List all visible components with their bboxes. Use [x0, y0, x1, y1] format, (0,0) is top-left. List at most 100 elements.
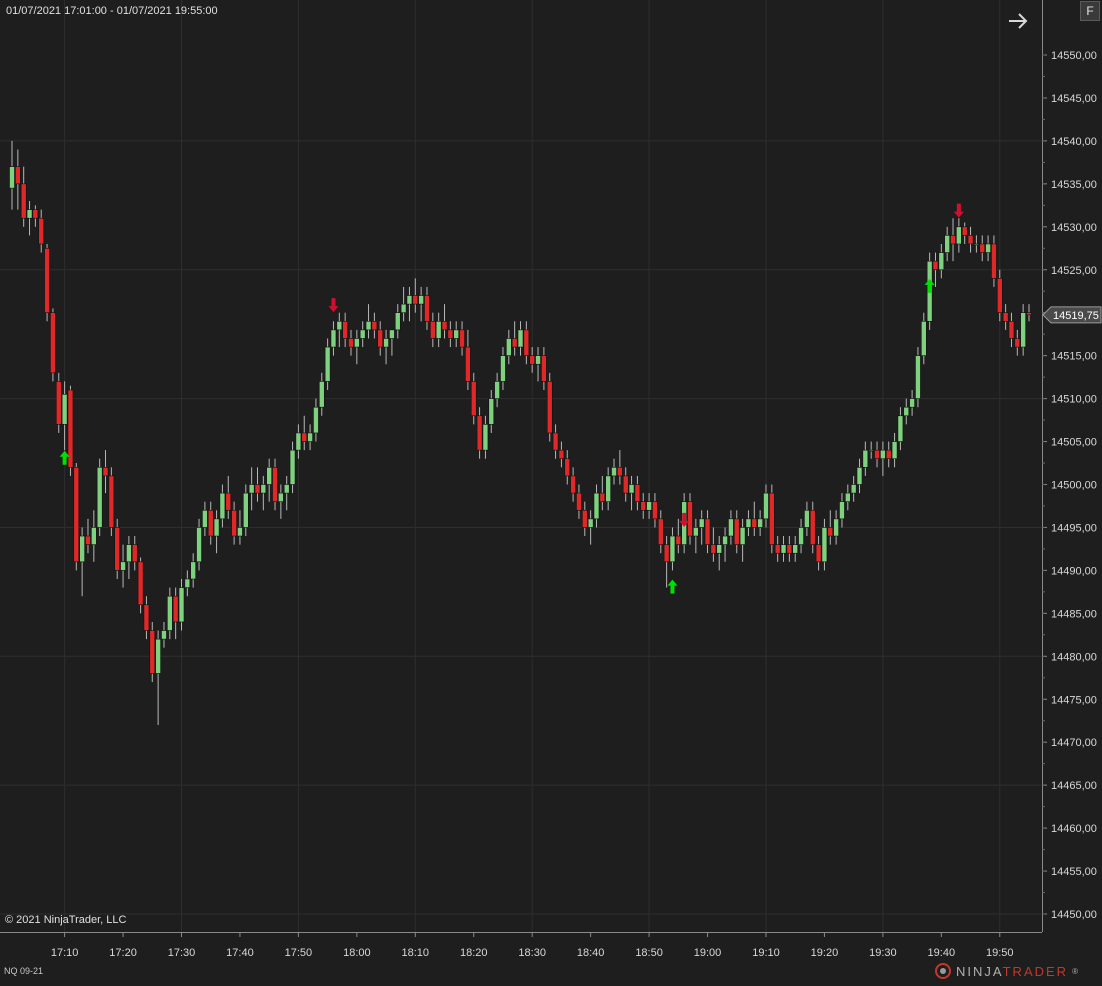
candle-down — [967, 235, 974, 245]
candle-down — [470, 381, 477, 417]
date-range-label: 01/07/2021 17:01:00 - 01/07/2021 19:55:0… — [6, 5, 218, 17]
y-tick-label: 14485,00 — [1051, 608, 1097, 620]
candle-up — [973, 243, 980, 246]
candle-up — [219, 492, 226, 520]
candle-up — [494, 381, 500, 399]
candle-down — [459, 329, 465, 348]
candle-down — [149, 630, 156, 674]
candle-up — [500, 355, 506, 382]
candle-up — [161, 630, 167, 640]
x-tick-label: 17:20 — [109, 947, 137, 959]
x-tick-label: 18:00 — [343, 947, 371, 959]
candle-up — [318, 381, 325, 408]
candle-down — [102, 467, 109, 477]
price-chart[interactable]: 14550,00 14545,00 14540,00 14535,00 14530,00… — [0, 0, 1102, 981]
candle-up — [488, 398, 495, 425]
candle-down — [774, 544, 781, 554]
chart-panel[interactable]: 14550,00 14545,00 14540,00 14535,00 14530,00… — [0, 0, 1102, 981]
logo-text-left: NINJA — [956, 963, 1003, 979]
x-tick-label: 18:50 — [635, 947, 663, 959]
candle-down — [44, 247, 50, 313]
candle-up — [728, 518, 734, 537]
candle-down — [581, 509, 588, 528]
grid-lines — [0, 0, 1042, 932]
y-tick-label: 14525,00 — [1051, 265, 1097, 277]
candle-up — [850, 484, 857, 494]
candle-up — [856, 467, 863, 485]
candle-up — [120, 561, 126, 571]
candle-up — [453, 329, 460, 339]
candle-up — [897, 415, 904, 442]
candle-down — [663, 544, 670, 563]
candle-down — [640, 501, 647, 511]
x-tick-label: 19:40 — [928, 947, 956, 959]
candle-down — [733, 518, 740, 545]
candle-up — [792, 544, 799, 554]
candle-down — [38, 217, 45, 245]
candle-down — [231, 509, 237, 537]
candle-up — [845, 492, 851, 502]
y-tick-label: 14550,00 — [1051, 50, 1097, 62]
candle-up — [593, 492, 600, 520]
scroll-right-button[interactable] — [1004, 8, 1032, 34]
candle-up — [798, 527, 804, 545]
f-button[interactable]: F — [1080, 1, 1100, 21]
candle-down — [511, 338, 518, 348]
candle-down — [558, 449, 565, 460]
candle-down — [114, 527, 121, 571]
candle-down — [885, 449, 892, 460]
x-tick-label: 17:40 — [226, 947, 254, 959]
x-tick-label: 18:10 — [402, 947, 430, 959]
y-tick-label: 14500,00 — [1051, 480, 1097, 492]
candle-down — [225, 492, 232, 511]
candle-down — [172, 595, 179, 623]
y-tick-label: 14545,00 — [1051, 93, 1097, 105]
candle-down — [576, 492, 582, 511]
candle-down — [827, 527, 834, 537]
candle-down — [552, 432, 559, 451]
candle-down — [131, 544, 138, 563]
candle-up — [9, 166, 15, 189]
candle-up — [383, 338, 389, 348]
candle-down — [137, 561, 144, 606]
candle-down — [430, 320, 436, 339]
candle-up — [722, 535, 728, 545]
candle-up — [336, 320, 343, 331]
candle-down — [675, 535, 682, 545]
candle-down — [32, 209, 39, 219]
candle-up — [190, 561, 196, 580]
candle-down — [570, 475, 576, 494]
candle-down — [1014, 338, 1021, 348]
x-tick-label: 19:50 — [986, 947, 1014, 959]
candle-down — [932, 260, 939, 271]
candle-up — [628, 484, 635, 494]
candle-down — [687, 501, 693, 537]
logo-registered-mark: ® — [1072, 966, 1078, 976]
x-tick-label: 17:30 — [168, 947, 196, 959]
y-tick-label: 14495,00 — [1051, 522, 1097, 534]
candle-up — [178, 587, 185, 623]
candle-down — [55, 381, 62, 425]
candle-down — [371, 320, 378, 331]
y-tick-label: 14455,00 — [1051, 866, 1097, 878]
candle-down — [377, 329, 384, 348]
candle-up — [266, 467, 272, 485]
candle-down — [108, 475, 115, 528]
x-tick-label: 17:50 — [285, 947, 313, 959]
candle-down — [815, 544, 822, 563]
y-tick-label: 14515,00 — [1051, 351, 1097, 363]
candle-up — [237, 527, 243, 537]
candle-down — [447, 329, 454, 339]
candle-up — [915, 355, 921, 399]
candle-down — [991, 243, 997, 279]
candle-down — [634, 484, 641, 502]
current-price-label: 14519,75 — [1053, 310, 1099, 322]
arrow-right-icon — [1009, 13, 1028, 29]
candle-up — [359, 329, 366, 339]
y-tick-label: 14490,00 — [1051, 565, 1097, 577]
candle-up — [780, 544, 787, 554]
candle-up — [587, 518, 594, 528]
y-tick-label: 14510,00 — [1051, 394, 1097, 406]
candle-down — [523, 329, 530, 356]
candle-down — [15, 166, 21, 185]
